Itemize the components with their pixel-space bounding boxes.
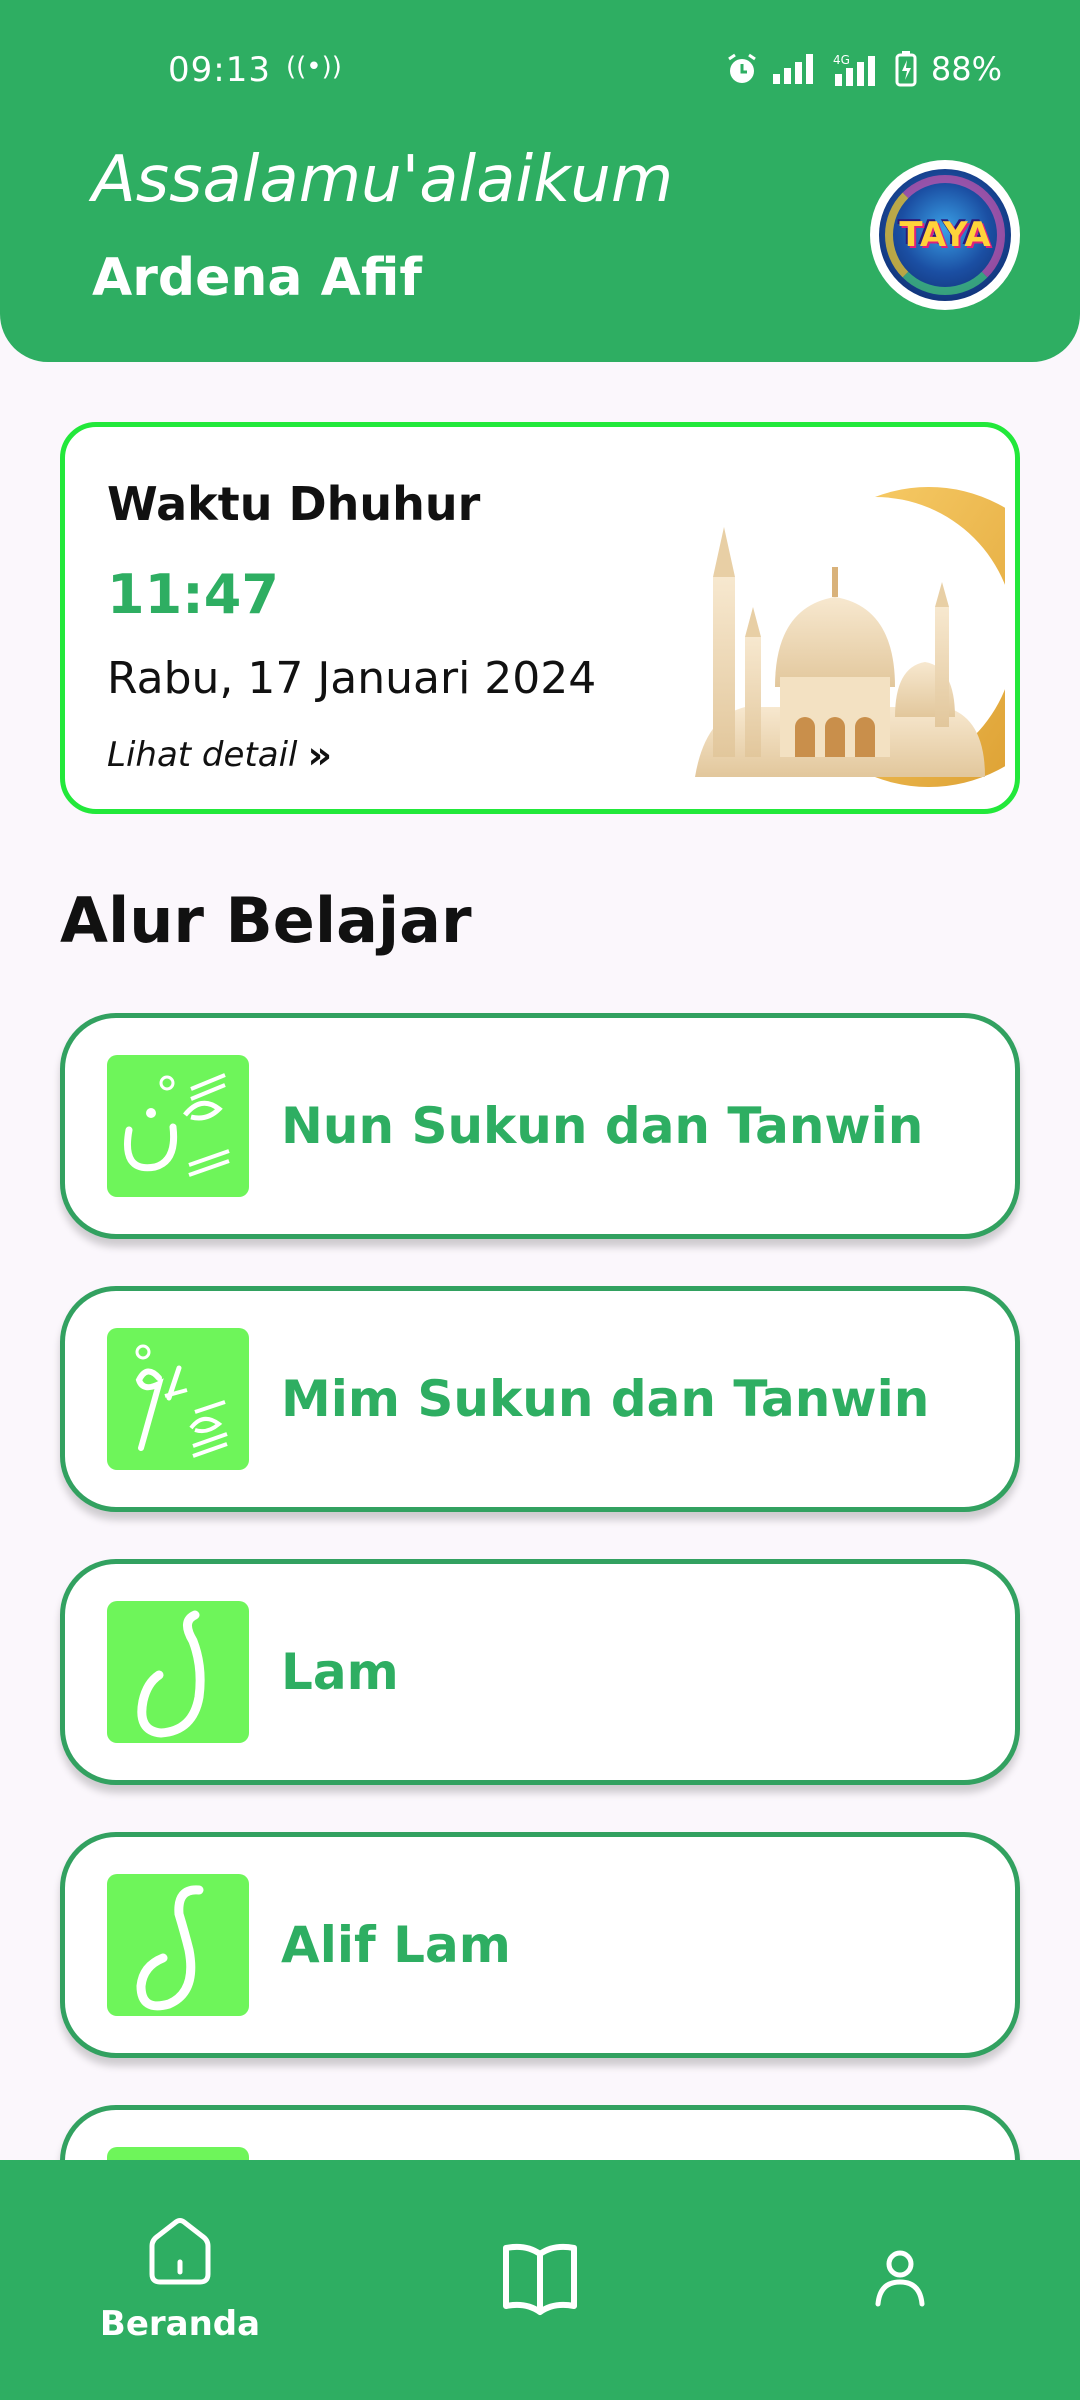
svg-text:4G: 4G: [833, 53, 850, 67]
section-title-learning-path: Alur Belajar: [60, 884, 472, 957]
mim-sukun-glyph-icon: [107, 1328, 249, 1470]
lesson-item-nun-sukun[interactable]: Nun Sukun dan Tanwin: [60, 1013, 1020, 1239]
profile-icon: [872, 2248, 928, 2312]
lesson-item-lam[interactable]: Lam: [60, 1559, 1020, 1785]
status-time: 09:13: [168, 50, 271, 90]
nav-label-home: Beranda: [99, 2304, 261, 2344]
lesson-label: Lam: [281, 1643, 399, 1701]
signal-icon: [772, 54, 817, 84]
see-detail-link[interactable]: Lihat detail »: [107, 733, 332, 777]
battery-icon: [895, 51, 917, 87]
prayer-time: 11:47: [107, 563, 279, 626]
status-icons: 4G 88%: [725, 50, 1002, 88]
hotspot-icon: ((•)): [286, 52, 342, 82]
prayer-time-card[interactable]: Waktu Dhuhur 11:47 Rabu, 17 Januari 2024…: [60, 422, 1020, 814]
battery-level: 88%: [930, 50, 1002, 88]
alif-lam-glyph-icon: [107, 1874, 249, 2016]
lesson-label: Mim Sukun dan Tanwin: [281, 1370, 930, 1428]
prayer-title: Waktu Dhuhur: [107, 477, 481, 531]
lesson-label: Alif Lam: [281, 1916, 511, 1974]
avatar[interactable]: TAYA: [870, 160, 1020, 310]
home-icon: [144, 2216, 216, 2290]
lesson-item-alif-lam[interactable]: Alif Lam: [60, 1832, 1020, 2058]
nun-sukun-glyph-icon: [107, 1055, 249, 1197]
status-bar: 09:13 ((•)) 4G 88%: [0, 0, 1080, 140]
nav-item-home[interactable]: Beranda: [30, 2160, 330, 2400]
lesson-item-mim-sukun[interactable]: Mim Sukun dan Tanwin: [60, 1286, 1020, 1512]
see-detail-label: Lihat detail: [107, 735, 298, 775]
avatar-image: TAYA: [879, 169, 1011, 301]
nav-item-profile[interactable]: [750, 2160, 1050, 2400]
network-4g-icon: 4G: [831, 52, 881, 86]
bottom-navigation: Beranda: [0, 2160, 1080, 2400]
book-icon: [500, 2240, 580, 2320]
prayer-date: Rabu, 17 Januari 2024: [107, 653, 597, 704]
double-chevron-right-icon: »: [307, 733, 333, 777]
app-header: 09:13 ((•)) 4G 88% Assalamu'alaikum Arde…: [0, 0, 1080, 362]
alarm-icon: [725, 52, 759, 86]
mosque-crescent-illustration: [685, 487, 1015, 787]
lesson-label: Nun Sukun dan Tanwin: [281, 1097, 924, 1155]
username-text: Ardena Afif: [92, 248, 423, 308]
avatar-logo-text: TAYA: [899, 215, 991, 255]
greeting-text: Assalamu'alaikum: [92, 143, 674, 217]
lam-glyph-icon: [107, 1601, 249, 1743]
nav-item-library[interactable]: [390, 2160, 690, 2400]
